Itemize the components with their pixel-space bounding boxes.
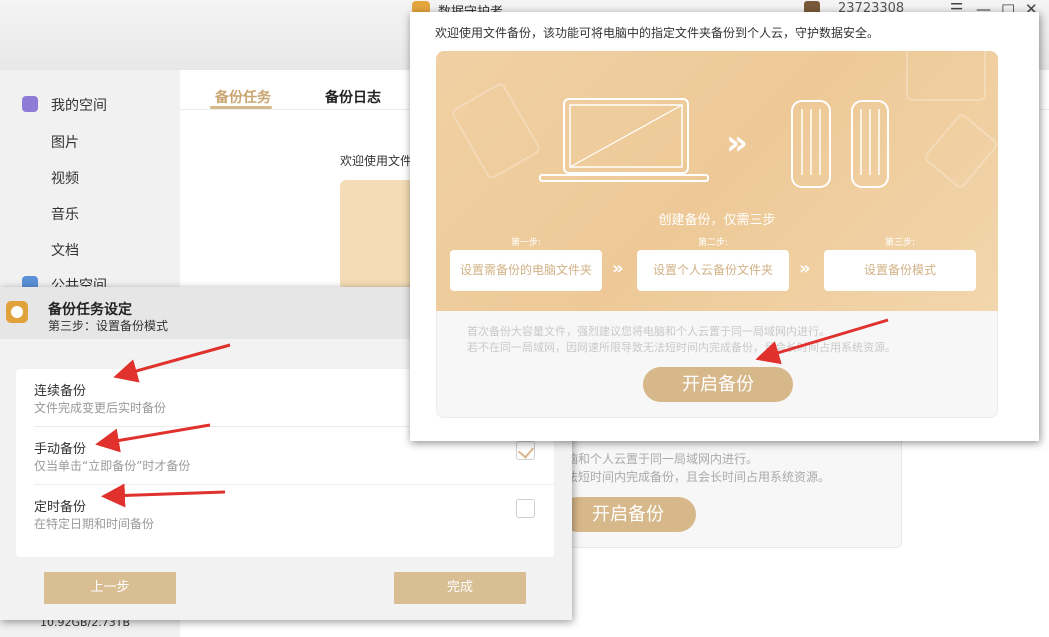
- sidebar-item-my-space[interactable]: 我的空间: [51, 95, 107, 115]
- option-title: 定时备份: [34, 500, 87, 515]
- sidebar-item-documents[interactable]: 文档: [51, 240, 79, 260]
- finish-button[interactable]: 完成: [394, 572, 526, 604]
- step-arrow-icon: »: [612, 258, 624, 279]
- step-set-pc-folder[interactable]: 设置需备份的电脑文件夹: [450, 250, 602, 291]
- option-scheduled-backup[interactable]: 定时备份 在特定日期和时间备份: [16, 485, 554, 543]
- background-note-line: 法短时间内完成备份，且会长时间占用系统资源。: [566, 470, 831, 484]
- step-label: 第一步:: [510, 238, 542, 248]
- sidebar-item-videos[interactable]: 视频: [51, 168, 79, 188]
- tablet-deco-icon: [922, 111, 998, 191]
- step-set-cloud-folder[interactable]: 设置个人云备份文件夹: [637, 250, 789, 291]
- step-set-backup-mode[interactable]: 设置备份模式: [824, 250, 976, 291]
- hero-headline: 创建备份，仅需三步: [658, 213, 776, 228]
- step-label: 第二步:: [697, 238, 729, 248]
- tab-backup-log[interactable]: 备份日志: [325, 87, 381, 107]
- sidebar-item-pictures[interactable]: 图片: [51, 132, 79, 152]
- background-start-backup-button[interactable]: 开启备份: [560, 497, 696, 532]
- start-backup-button[interactable]: 开启备份: [643, 367, 793, 402]
- option-description: 在特定日期和时间备份: [34, 517, 155, 531]
- monitor-deco-icon: [906, 51, 986, 101]
- personal-cloud-device-icon: [791, 100, 889, 188]
- arrow-right-icon: ››: [726, 123, 748, 163]
- sidebar-item-music[interactable]: 音乐: [51, 204, 79, 224]
- notes-panel: 首次备份大容量文件，强烈建议您将电脑和个人云置于同一局域网内进行。 若不在同一局…: [436, 311, 998, 418]
- my-space-icon: [22, 96, 38, 112]
- note-line: 首次备份大容量文件，强烈建议您将电脑和个人云置于同一局域网内进行。: [467, 325, 830, 338]
- manual-backup-checkbox[interactable]: [516, 441, 535, 460]
- tab-backup-tasks[interactable]: 备份任务: [215, 87, 271, 107]
- file-backup-popup: 欢迎使用文件备份，该功能可将电脑中的指定文件夹备份到个人云，守护数据安全。 ››…: [410, 12, 1039, 441]
- phone-deco-icon: [450, 81, 542, 181]
- background-note-line: 脑和个人云置于同一局域网内进行。: [566, 452, 759, 466]
- dialog-title: 备份任务设定: [48, 302, 132, 318]
- option-description: 文件完成变更后实时备份: [34, 401, 167, 415]
- option-description: 仅当单击“立即备份”时才备份: [34, 459, 191, 473]
- popup-intro: 欢迎使用文件备份，该功能可将电脑中的指定文件夹备份到个人云，守护数据安全。: [435, 26, 880, 40]
- previous-step-button[interactable]: 上一步: [44, 572, 176, 604]
- note-line: 若不在同一局域网，因网速所限导致无法短时间内完成备份，且会长时间占用系统资源。: [467, 341, 896, 354]
- option-title: 手动备份: [34, 442, 87, 457]
- step-arrow-icon: »: [799, 258, 811, 279]
- scheduled-backup-checkbox[interactable]: [516, 499, 535, 518]
- background-hero-card: [340, 180, 420, 290]
- step-label: 第三步:: [884, 238, 916, 248]
- app-logo-icon: [6, 301, 28, 323]
- option-title: 连续备份: [34, 384, 87, 399]
- backup-hero-banner: ›› 创建备份，仅需三步 第一步: 第二步: 第三步: 设置需备份的电脑文件夹 …: [436, 51, 998, 311]
- laptop-icon: [539, 98, 709, 182]
- dialog-step: 第三步：设置备份模式: [48, 319, 169, 333]
- background-welcome-text: 欢迎使用文件: [340, 154, 413, 168]
